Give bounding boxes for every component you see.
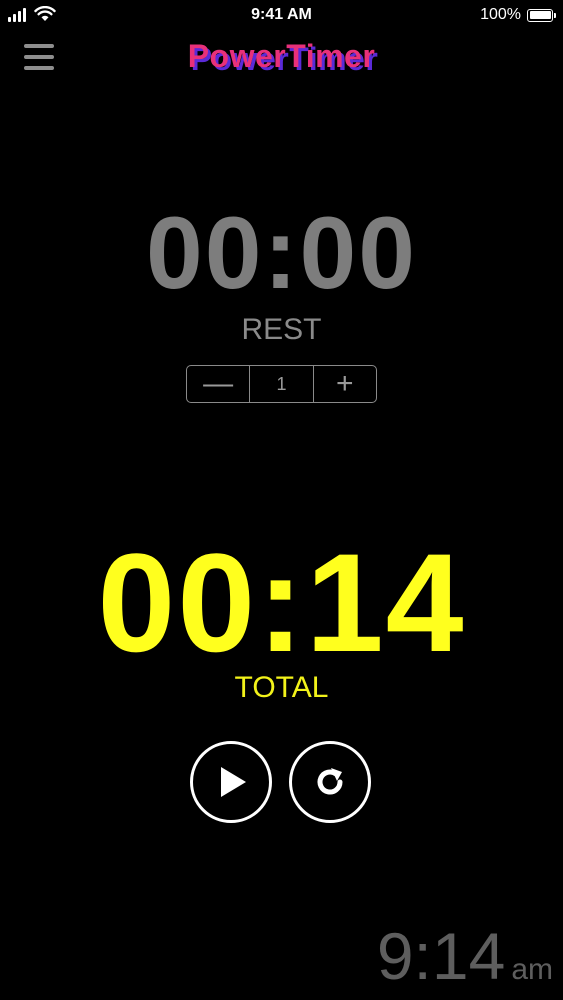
stepper-increment-button[interactable]: +	[314, 366, 376, 402]
battery-percent: 100%	[480, 6, 521, 23]
app-title: PowerTimer	[187, 38, 376, 74]
clock-time: 9:14	[376, 919, 506, 993]
rest-timer-display: 00:00	[146, 196, 417, 310]
rest-stepper: — 1 +	[186, 365, 377, 403]
reset-button[interactable]	[289, 741, 371, 823]
current-clock: 9:14 am	[377, 918, 553, 994]
status-right: 100%	[480, 6, 556, 24]
rest-label: REST	[241, 313, 322, 346]
reset-icon	[317, 768, 343, 795]
status-bar: 9:41 AM 100%	[0, 0, 563, 30]
stepper-value: 1	[249, 366, 314, 402]
play-button[interactable]	[190, 741, 272, 823]
stepper-decrement-button[interactable]: —	[187, 366, 249, 402]
clock-ampm: am	[511, 953, 553, 986]
battery-fill	[529, 11, 551, 19]
status-time: 9:41 AM	[251, 6, 312, 23]
battery-icon	[527, 8, 556, 22]
play-icon	[221, 767, 246, 797]
total-timer-display: 00:14	[97, 524, 466, 681]
total-label: TOTAL	[234, 671, 329, 704]
